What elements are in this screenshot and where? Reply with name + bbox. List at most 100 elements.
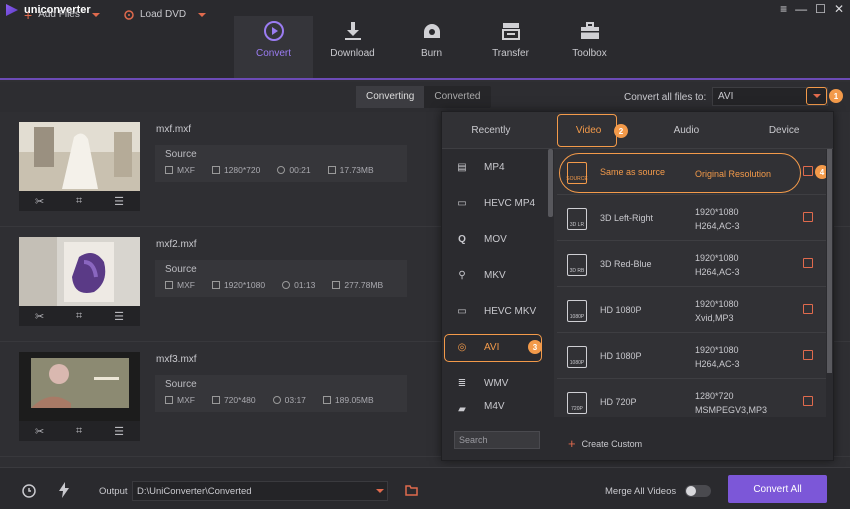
effects-icon[interactable]: ☰	[114, 195, 124, 208]
format-item-hevc-mp4[interactable]: ▭ HEVC MP4	[442, 185, 554, 221]
folder-icon[interactable]	[405, 485, 418, 496]
format-item-mov[interactable]: Q MOV	[442, 221, 554, 257]
preset-list-scrollbar[interactable]	[826, 149, 833, 417]
output-path-select[interactable]: D:\UniConverter\Converted	[132, 481, 388, 501]
edit-icon[interactable]	[803, 258, 813, 268]
nav-toolbox[interactable]: Toolbox	[550, 16, 629, 78]
load-dvd-button[interactable]: Load DVD	[124, 9, 207, 20]
step-badge-3: 3	[528, 340, 542, 354]
tab-audio[interactable]: Audio	[638, 112, 736, 148]
duration-value: 00:21	[289, 165, 311, 175]
format-item-m4v[interactable]: ▰ M4V	[442, 401, 554, 417]
preset-item[interactable]: 720P HD 720P 1280*720 MSMPEGV3,MP3	[557, 379, 826, 417]
create-custom-button[interactable]: + Create Custom	[568, 436, 642, 451]
format-item-label: WMV	[484, 377, 509, 389]
preset-name: 3D Red-Blue	[600, 259, 652, 269]
format-item-mp4[interactable]: ▤ MP4	[442, 149, 554, 185]
nav-burn[interactable]: Burn	[392, 16, 471, 78]
format-item-hevc-mkv[interactable]: ▭ HEVC MKV	[442, 293, 554, 329]
source-meta: MXF 1920*1080 01:13 277.78MB	[165, 280, 383, 290]
scrollbar-thumb[interactable]	[827, 149, 832, 373]
crop-icon[interactable]: ⌗	[76, 195, 82, 208]
preset-name: HD 1080P	[600, 351, 642, 361]
edit-icon[interactable]	[803, 212, 813, 222]
minimize-icon[interactable]: —	[795, 2, 807, 16]
preset-item[interactable]: 1080P HD 1080P 1920*1080 H264,AC-3	[557, 333, 826, 379]
lightning-icon[interactable]	[58, 482, 70, 498]
alarm-clock-icon[interactable]	[21, 482, 37, 498]
nav-transfer[interactable]: Transfer	[471, 16, 550, 78]
clock-icon	[277, 166, 286, 174]
film-icon	[165, 166, 173, 174]
format-list-scrollbar[interactable]	[547, 149, 554, 417]
effects-icon[interactable]: ☰	[114, 310, 124, 323]
add-files-button[interactable]: + Add Files	[24, 8, 100, 22]
format-item-mkv[interactable]: ⚲ MKV	[442, 257, 554, 293]
resolution-meta: 1920*1080	[211, 280, 265, 290]
edit-icon[interactable]	[803, 166, 813, 176]
resolution-meta: 1280*720	[211, 165, 260, 175]
chevron-down-icon[interactable]	[198, 12, 207, 17]
hd-icon: 1080P	[567, 300, 587, 322]
tab-converted[interactable]: Converted	[424, 86, 490, 108]
preset-item[interactable]: SOURCE Same as source Original Resolutio…	[557, 149, 829, 195]
effects-icon[interactable]: ☰	[114, 425, 124, 438]
convert-all-button[interactable]: Convert All	[728, 475, 827, 503]
menu-icon[interactable]: ≡	[780, 2, 787, 16]
format-item-wmv[interactable]: ≣ WMV	[442, 365, 554, 401]
edit-icon[interactable]	[803, 396, 813, 406]
window-controls: ≡ — ☐ ✕	[780, 2, 844, 16]
source-label: Source	[165, 264, 197, 275]
preset-icon-text: 3D RB	[569, 268, 585, 274]
m4v-icon: ▰	[458, 403, 466, 415]
3d-icon: 3D LR	[567, 208, 587, 230]
format-item-avi[interactable]: ◎ AVI 3	[442, 329, 554, 365]
preset-item[interactable]: 3D LR 3D Left-Right 1920*1080 H264,AC-3	[557, 195, 826, 241]
chevron-down-icon[interactable]	[376, 489, 384, 493]
video-thumbnail[interactable]	[19, 122, 140, 191]
folder-icon	[327, 166, 336, 174]
transfer-icon	[501, 23, 520, 40]
search-input[interactable]: Search	[454, 431, 540, 449]
source-label: Source	[165, 149, 197, 160]
scrollbar-thumb[interactable]	[548, 149, 553, 217]
format-item-label: MP4	[484, 161, 505, 173]
crop-icon[interactable]: ⌗	[76, 310, 82, 323]
format-meta: MXF	[165, 165, 195, 175]
resize-icon	[211, 166, 220, 174]
source-label: Source	[165, 379, 197, 390]
tab-converting[interactable]: Converting	[356, 86, 425, 108]
preset-res-value: 1920*1080	[695, 299, 739, 309]
preset-item[interactable]: 3D RB 3D Red-Blue 1920*1080 H264,AC-3	[557, 241, 826, 287]
video-thumbnail[interactable]	[19, 352, 140, 421]
duration-meta: 01:13	[282, 280, 315, 290]
maximize-icon[interactable]: ☐	[815, 2, 826, 16]
logo-icon	[6, 4, 18, 16]
edit-icon[interactable]	[803, 350, 813, 360]
tab-recently[interactable]: Recently	[442, 112, 540, 148]
film-icon	[165, 281, 173, 289]
crop-icon[interactable]: ⌗	[76, 425, 82, 438]
nav-download[interactable]: Download	[313, 16, 392, 78]
merge-label: Merge All Videos	[605, 486, 677, 497]
video-thumbnail[interactable]	[19, 237, 140, 306]
tab-device[interactable]: Device	[735, 112, 833, 148]
nav-convert[interactable]: Convert	[234, 16, 313, 78]
nav-burn-label: Burn	[420, 48, 443, 59]
scissors-icon[interactable]: ✂	[35, 425, 44, 438]
file-name: mxf.mxf	[156, 124, 191, 135]
close-icon[interactable]: ✕	[834, 2, 844, 16]
preset-list: SOURCE Same as source Original Resolutio…	[557, 149, 829, 417]
preset-res-value: 1920*1080	[695, 253, 739, 263]
scissors-icon[interactable]: ✂	[35, 195, 44, 208]
scissors-icon[interactable]: ✂	[35, 310, 44, 323]
edit-icon[interactable]	[803, 304, 813, 314]
preset-item[interactable]: 1080P HD 1080P 1920*1080 Xvid,MP3	[557, 287, 826, 333]
hd-icon: 720P	[567, 392, 587, 414]
format-dropdown-button[interactable]	[806, 87, 827, 105]
nav-convert-label: Convert	[255, 48, 291, 59]
clock-icon	[272, 396, 281, 404]
chevron-down-icon[interactable]	[91, 12, 100, 17]
merge-toggle[interactable]	[685, 485, 711, 497]
preset-res-value: 1920*1080	[695, 345, 739, 355]
